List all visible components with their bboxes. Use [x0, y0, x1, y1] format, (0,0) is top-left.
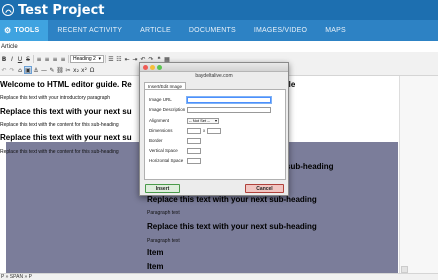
close-window-button[interactable]: [143, 65, 148, 70]
hr-icon[interactable]: —: [40, 66, 48, 74]
html-source-icon[interactable]: ⌂: [16, 66, 24, 74]
underline-button[interactable]: U: [16, 55, 24, 63]
tab-article[interactable]: ARTICLE: [131, 20, 180, 41]
editor-heading: Replace this text with your next su: [0, 107, 132, 116]
editor-heading: Replace this text with your next sub-hea…: [147, 222, 317, 231]
section-label: Article: [1, 44, 18, 50]
editor-heading: sub-heading: [286, 162, 334, 171]
unlink-icon[interactable]: ✂: [64, 66, 72, 74]
width-input[interactable]: [187, 127, 201, 134]
italic-button[interactable]: I: [8, 55, 16, 63]
editor-paragraph: Paragraph text: [147, 210, 180, 216]
tab-documents[interactable]: DOCUMENTS: [180, 20, 245, 41]
editor-paragraph: Replace this text with your introductory…: [0, 95, 111, 101]
tab-recent-activity[interactable]: RECENT ACTIVITY: [48, 20, 131, 41]
indent-icon[interactable]: ⇥: [131, 55, 139, 63]
editor-paragraph: Paragraph text: [147, 238, 180, 244]
insert-button[interactable]: Insert: [145, 184, 180, 193]
image-url-input[interactable]: [187, 96, 271, 103]
outdent-icon[interactable]: ⇤: [123, 55, 131, 63]
tab-images-video[interactable]: IMAGES/VIDEO: [245, 20, 316, 41]
link-icon[interactable]: ⛓: [56, 66, 64, 74]
vertical-space-row: Vertical Space: [149, 147, 201, 154]
align-right-icon[interactable]: ≡: [51, 55, 59, 63]
horizontal-space-input[interactable]: [187, 157, 201, 164]
tab-insert-edit-image[interactable]: Insert/Edit Image: [144, 82, 187, 89]
height-input[interactable]: [207, 127, 222, 134]
editor-paragraph: Replace this text with the content for t…: [0, 122, 119, 128]
dialog-titlebar[interactable]: [140, 63, 288, 72]
minimize-window-button[interactable]: [150, 65, 155, 70]
tab-tools[interactable]: ⚙ TOOLS: [0, 20, 49, 41]
list-item: Item: [147, 248, 164, 257]
align-center-icon[interactable]: ≡: [43, 55, 51, 63]
special-char-icon[interactable]: Ω: [88, 66, 96, 74]
status-path: P » SPAN » P: [0, 273, 438, 280]
dialog-url: baydeltalive.com: [195, 73, 233, 79]
editor-heading: Replace this text with your next su: [0, 133, 132, 142]
chevron-down-icon: ▾: [98, 56, 101, 62]
vertical-space-label: Vertical Space: [149, 148, 178, 153]
gear-icon: ⚙: [4, 26, 12, 35]
alignment-select-value: -- Not Set --: [189, 118, 210, 123]
horizontal-space-label: Horizontal Space: [149, 158, 184, 163]
anchor-icon[interactable]: ⚓: [32, 66, 40, 74]
alignment-row: Alignment -- Not Set -- ▾: [149, 117, 219, 124]
superscript-icon[interactable]: x²: [80, 66, 88, 74]
image-description-input[interactable]: [187, 106, 271, 113]
border-label: Border: [149, 138, 163, 143]
editor-heading: Replace this text with your next sub-hea…: [147, 195, 317, 204]
vertical-space-input[interactable]: [187, 147, 201, 154]
maximize-window-button[interactable]: [157, 65, 162, 70]
resize-handle[interactable]: [401, 266, 408, 273]
align-left-icon[interactable]: ≡: [35, 55, 43, 63]
app-logo-icon[interactable]: [2, 4, 14, 16]
alignment-select[interactable]: -- Not Set -- ▾: [187, 117, 219, 124]
border-input[interactable]: [187, 137, 201, 144]
tab-label: TOOLS: [14, 27, 40, 34]
bold-button[interactable]: B: [0, 55, 8, 63]
justify-icon[interactable]: ≡: [59, 55, 67, 63]
subscript-icon[interactable]: x₂: [72, 66, 80, 74]
format-select-value: Heading 2: [73, 56, 96, 62]
chevron-down-icon: ▾: [214, 118, 217, 123]
alignment-label: Alignment: [149, 118, 170, 123]
dialog-panel: Image URL Image Description Alignment --…: [144, 89, 286, 180]
image-icon[interactable]: ▣: [24, 66, 32, 74]
project-title: Test Project: [18, 2, 105, 18]
image-description-label: Image Description: [149, 107, 186, 112]
strikethrough-button[interactable]: S: [24, 55, 32, 63]
cleanup-icon[interactable]: ✎: [48, 66, 56, 74]
image-description-row: Image Description: [149, 106, 271, 113]
dimensions-label: Dimensions: [149, 128, 173, 133]
horizontal-space-row: Horizontal Space: [149, 157, 201, 164]
cancel-button[interactable]: Cancel: [245, 184, 284, 193]
side-panel: [400, 76, 438, 273]
toolbar-row-2: ↶ ↷ ⌂ ▣ ⚓ — ✎ ⛓ ✂ x₂ x² Ω: [0, 65, 96, 75]
dimensions-row: Dimensions x: [149, 127, 222, 134]
bullet-list-icon[interactable]: ☰: [107, 55, 115, 63]
redo-icon[interactable]: ↷: [8, 66, 16, 74]
list-item: Item: [147, 262, 164, 271]
border-row: Border: [149, 137, 201, 144]
tab-maps[interactable]: MAPS: [316, 20, 355, 41]
insert-image-dialog: baydeltalive.com Insert/Edit Image Image…: [139, 62, 289, 196]
numbered-list-icon[interactable]: ☷: [115, 55, 123, 63]
undo-icon[interactable]: ↶: [0, 66, 8, 74]
image-url-label: Image URL: [149, 97, 172, 102]
format-select[interactable]: Heading 2 ▾: [70, 55, 104, 63]
image-url-row: Image URL: [149, 96, 271, 103]
main-nav: ⚙ TOOLS RECENT ACTIVITY ARTICLE DOCUMENT…: [0, 20, 438, 41]
app-header: Test Project: [0, 0, 438, 20]
editor-heading: Welcome to HTML editor guide. Re: [0, 80, 132, 89]
editor-paragraph: Replace this text with the content for t…: [0, 149, 119, 155]
dimensions-separator: x: [203, 128, 206, 133]
